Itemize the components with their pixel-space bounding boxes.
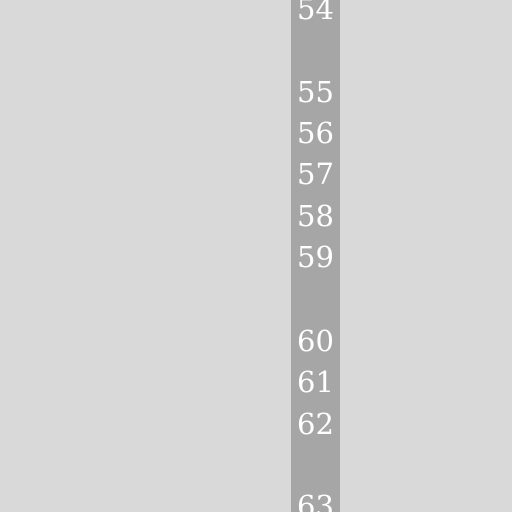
line-number-63[interactable]: 63 [291, 489, 340, 512]
line-number-55[interactable]: 55 [291, 75, 340, 109]
line-number-54[interactable]: 54 [291, 0, 340, 26]
line-number-60[interactable]: 60 [291, 324, 340, 358]
line-number-58[interactable]: 58 [291, 199, 340, 233]
line-number-56[interactable]: 56 [291, 116, 340, 150]
line-number-62[interactable]: 62 [291, 407, 340, 441]
line-number-gutter: 54 55 56 57 58 59 60 61 62 63 [291, 0, 340, 512]
line-number-57[interactable]: 57 [291, 157, 340, 191]
line-number-61[interactable]: 61 [291, 365, 340, 399]
line-number-59[interactable]: 59 [291, 240, 340, 274]
editor-view: 54 55 56 57 58 59 60 61 62 63 [0, 0, 512, 512]
